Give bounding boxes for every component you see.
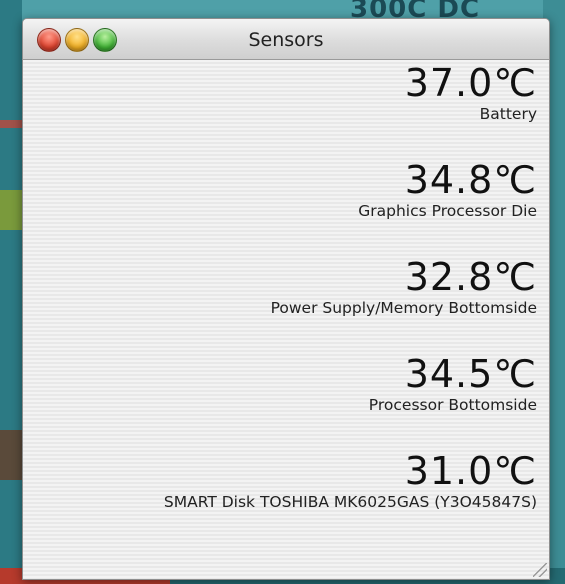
desktop-patch: [0, 120, 22, 128]
sensor-temperature: 32.8℃: [404, 255, 537, 299]
sensor-temperature: 37.0℃: [404, 61, 537, 105]
title-bar[interactable]: Sensors: [23, 19, 549, 60]
sensor-label: Graphics Processor Die: [358, 202, 537, 220]
sensor-label: Processor Bottomside: [368, 396, 537, 414]
sensors-window: Sensors 37.0℃ Battery 34.8℃ Graphics Pro…: [22, 18, 550, 580]
sensor-item-graphics-processor: 34.8℃ Graphics Processor Die: [358, 159, 537, 221]
sensor-temperature: 34.5℃: [404, 352, 537, 396]
sensor-item-power-supply: 32.8℃ Power Supply/Memory Bottomside: [271, 256, 537, 318]
sensor-item-disk: 31.0℃ SMART Disk TOSHIBA MK6025GAS (Y3O4…: [164, 450, 537, 512]
sensor-label: SMART Disk TOSHIBA MK6025GAS (Y3O45847S): [163, 493, 537, 511]
sensor-item-battery: 37.0℃ Battery: [405, 62, 537, 124]
sensor-temperature: 31.0℃: [404, 449, 537, 493]
sensor-item-processor: 34.5℃ Processor Bottomside: [369, 353, 537, 415]
desktop-patch: [0, 190, 22, 230]
sensor-list: 37.0℃ Battery 34.8℃ Graphics Processor D…: [23, 60, 549, 579]
sensor-label: Power Supply/Memory Bottomside: [270, 299, 537, 317]
resize-grip-icon[interactable]: [533, 563, 547, 577]
window-title: Sensors: [248, 29, 324, 51]
desktop-strip-left: [0, 0, 22, 584]
sensor-label: Battery: [479, 105, 537, 123]
sensor-temperature: 34.8℃: [404, 158, 537, 202]
desktop-patch: [0, 430, 22, 480]
